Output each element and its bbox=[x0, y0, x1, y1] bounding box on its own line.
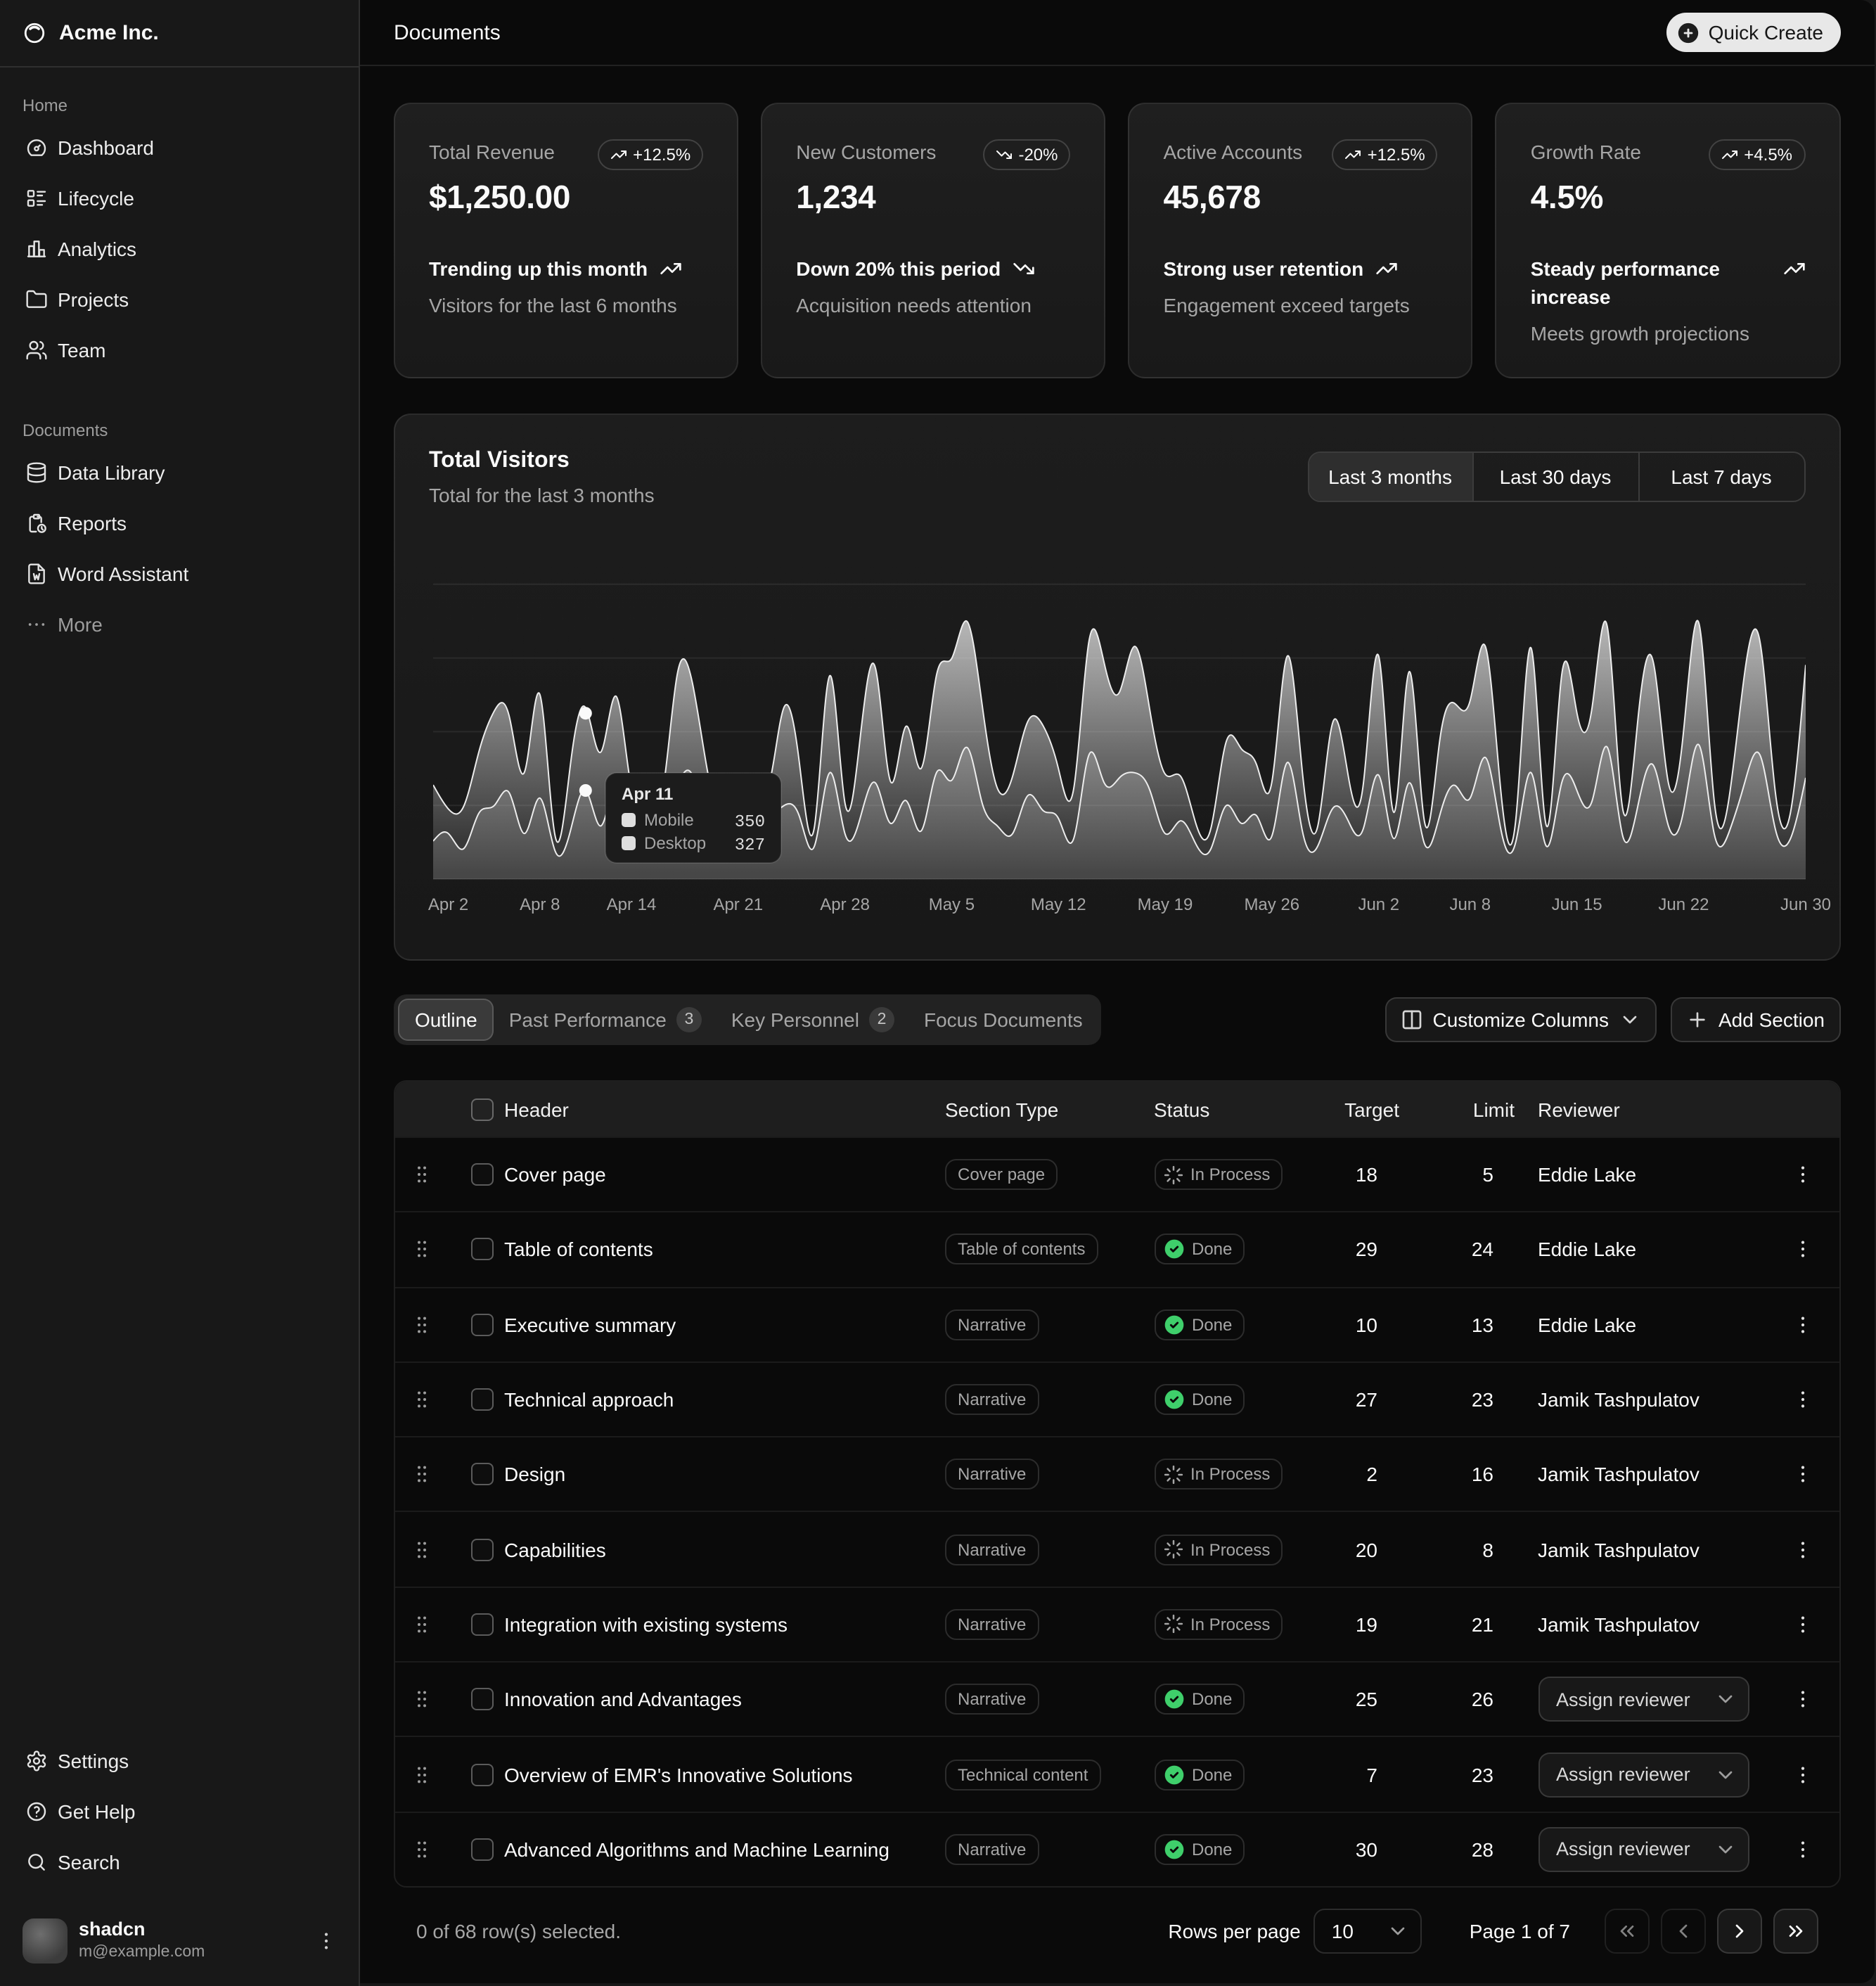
svg-text:Jun 2: Jun 2 bbox=[1358, 895, 1399, 914]
svg-text:Apr 11: Apr 11 bbox=[622, 785, 673, 804]
svg-text:Apr 8: Apr 8 bbox=[520, 895, 560, 914]
svg-text:Jun 30: Jun 30 bbox=[1780, 895, 1831, 914]
svg-text:Jun 8: Jun 8 bbox=[1449, 895, 1491, 914]
svg-text:May 19: May 19 bbox=[1138, 895, 1193, 914]
svg-text:Apr 21: Apr 21 bbox=[713, 895, 763, 914]
svg-text:May 26: May 26 bbox=[1244, 895, 1299, 914]
svg-text:Jun 22: Jun 22 bbox=[1658, 895, 1709, 914]
svg-text:May 12: May 12 bbox=[1031, 895, 1086, 914]
svg-text:327: 327 bbox=[735, 836, 765, 855]
svg-text:Apr 28: Apr 28 bbox=[820, 895, 870, 914]
svg-text:Apr 2: Apr 2 bbox=[428, 895, 468, 914]
svg-text:350: 350 bbox=[735, 813, 765, 832]
svg-text:Apr 14: Apr 14 bbox=[607, 895, 657, 914]
svg-text:Mobile: Mobile bbox=[644, 811, 694, 830]
svg-text:May 5: May 5 bbox=[929, 895, 975, 914]
svg-text:Jun 15: Jun 15 bbox=[1552, 895, 1602, 914]
svg-text:Desktop: Desktop bbox=[644, 834, 706, 853]
